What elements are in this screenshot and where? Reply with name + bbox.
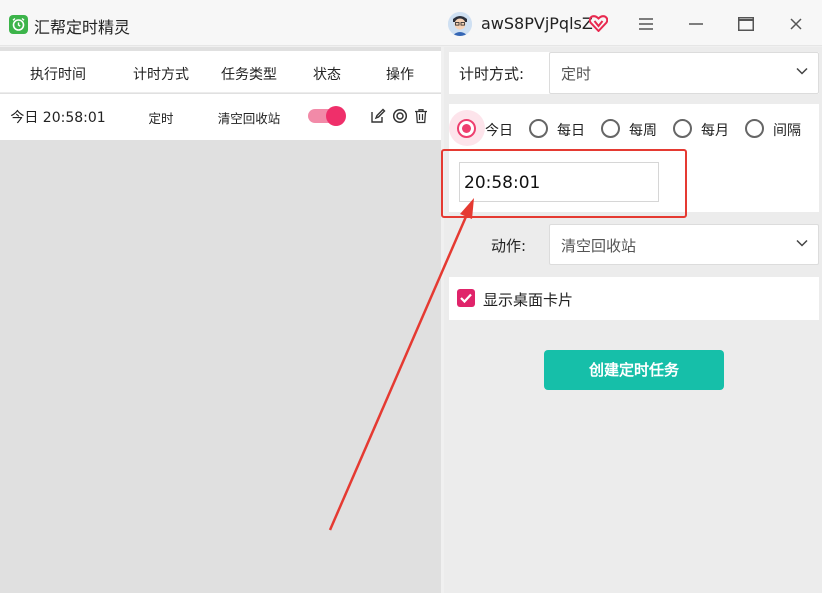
timing-mode-row: 计时方式: 定时 [449, 52, 819, 94]
column-header-timing-mode: 计时方式 [133, 67, 189, 83]
column-header-actions: 操作 [386, 67, 414, 83]
username[interactable]: awS8PVjPqlsZ [481, 14, 593, 33]
cell-timing-mode: 定时 [148, 111, 174, 126]
task-list-panel: 执行时间 计时方式 任务类型 状态 操作 今日 20:58:01 定时 清空回收… [0, 47, 441, 593]
vip-heart-diamond-icon[interactable] [588, 15, 609, 36]
trash-icon[interactable] [413, 108, 429, 124]
action-label: 动作: [491, 237, 527, 255]
chevron-down-icon [796, 239, 808, 247]
edit-icon[interactable] [370, 108, 386, 124]
column-header-status: 状态 [313, 67, 341, 83]
chevron-down-icon [796, 67, 808, 75]
timing-mode-select[interactable]: 定时 [549, 52, 819, 94]
checkmark-icon [460, 293, 472, 304]
table-header: 执行时间 计时方式 任务类型 状态 操作 [0, 51, 441, 93]
column-header-exec-time: 执行时间 [30, 67, 86, 83]
radio-daily-label: 每日 [557, 123, 585, 139]
radio-monthly-label: 每月 [701, 123, 729, 139]
action-select[interactable]: 清空回收站 [549, 224, 819, 265]
hamburger-menu-icon[interactable] [634, 12, 658, 36]
target-icon[interactable] [392, 108, 408, 124]
toggle-knob [326, 106, 346, 126]
app-title: 汇帮定时精灵 [34, 18, 131, 37]
show-desktop-card-checkbox[interactable] [457, 289, 475, 307]
cell-exec-time: 今日 20:58:01 [10, 110, 106, 126]
create-task-button[interactable]: 创建定时任务 [544, 350, 724, 390]
table-row[interactable]: 今日 20:58:01 定时 清空回收站 [0, 94, 441, 140]
status-toggle[interactable] [308, 105, 346, 127]
time-input[interactable]: 20:58:01 [459, 162, 659, 202]
column-header-task-type: 任务类型 [221, 67, 277, 83]
minimize-icon[interactable] [684, 12, 708, 36]
maximize-icon[interactable] [734, 12, 758, 36]
avatar[interactable] [448, 12, 472, 36]
radio-today-label: 今日 [485, 123, 513, 139]
radio-weekly-label: 每周 [629, 123, 657, 139]
title-bar: 汇帮定时精灵 awS8PVjPqlsZ [0, 0, 822, 46]
alarm-clock-icon [9, 15, 28, 34]
show-card-row: 显示桌面卡片 [449, 277, 819, 320]
cell-task-type: 清空回收站 [217, 111, 281, 126]
timing-mode-value: 定时 [561, 65, 592, 83]
timing-mode-label: 计时方式: [459, 65, 525, 83]
close-icon[interactable] [784, 12, 808, 36]
radio-interval-label: 间隔 [773, 123, 801, 139]
action-value: 清空回收站 [561, 237, 637, 255]
action-row: 动作: 清空回收站 [449, 224, 819, 265]
show-card-label: 显示桌面卡片 [483, 291, 574, 309]
